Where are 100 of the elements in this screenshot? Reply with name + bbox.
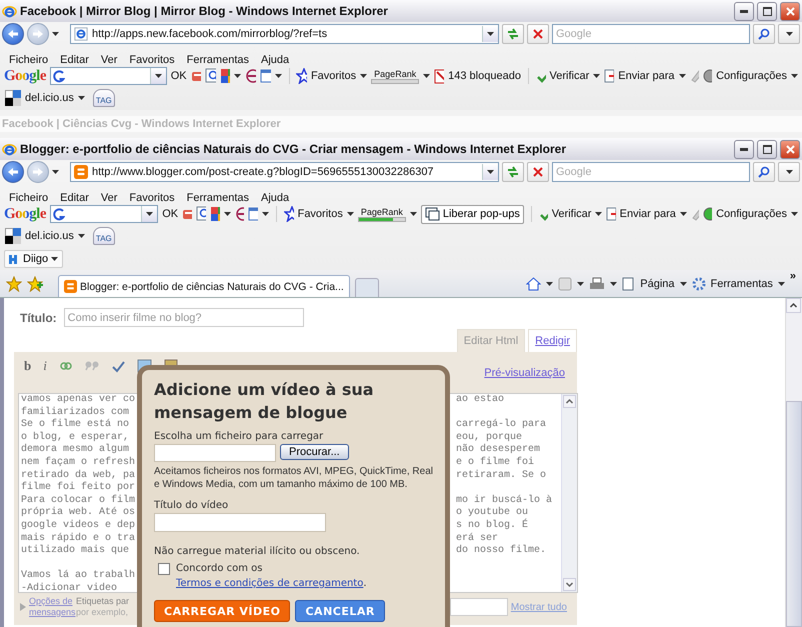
settings-button[interactable]: Configurações	[716, 70, 788, 82]
popup-blocked-count[interactable]: 143 bloqueado	[448, 70, 521, 82]
send-button[interactable]: Enviar para	[618, 70, 675, 82]
browse-button[interactable]: Procurar...	[280, 444, 349, 460]
menu-item[interactable]: Favoritos	[123, 192, 181, 204]
search-options-button[interactable]	[778, 162, 800, 182]
ring-icon[interactable]	[245, 68, 256, 84]
delicious-button[interactable]: del.icio.us	[25, 230, 74, 242]
caret-icon[interactable]	[678, 74, 686, 78]
address-dropdown-button[interactable]	[482, 26, 498, 42]
caret-icon[interactable]	[778, 282, 785, 286]
caret-icon[interactable]	[546, 282, 554, 286]
spellcheck-button[interactable]: Verificar	[550, 70, 590, 82]
caret-icon[interactable]	[234, 74, 242, 78]
ok-button[interactable]: OK	[162, 208, 178, 220]
caret-icon[interactable]	[423, 74, 430, 78]
allow-popups-button[interactable]: Liberar pop-ups	[420, 204, 524, 224]
search-field[interactable]: Google	[552, 162, 750, 182]
favorites-button[interactable]: Favoritos	[310, 70, 356, 82]
address-dropdown-button[interactable]	[482, 164, 498, 180]
page-icon[interactable]	[622, 276, 636, 290]
print-icon[interactable]	[589, 276, 606, 290]
minimize-button[interactable]	[734, 140, 754, 158]
add-favorite-icon[interactable]	[27, 276, 43, 292]
menu-item[interactable]: Ver	[94, 54, 124, 66]
scrollbar[interactable]	[561, 394, 577, 592]
address-field[interactable]: http://www.blogger.com/post-create.g?blogID=5696555130032286307	[70, 162, 499, 182]
scroll-up-icon[interactable]	[563, 395, 576, 408]
close-button[interactable]	[780, 140, 800, 158]
caret-icon[interactable]	[262, 212, 270, 216]
caret-icon[interactable]	[791, 74, 798, 78]
preview-link[interactable]: Pré-visualização	[484, 367, 565, 379]
format-button[interactable]: i	[43, 358, 47, 374]
caret-icon[interactable]	[680, 282, 687, 286]
back-button[interactable]	[2, 23, 24, 45]
caret-icon[interactable]	[78, 234, 85, 238]
favorites-star-icon[interactable]	[6, 276, 22, 292]
terms-link[interactable]: Termos e condições de carregamento	[176, 576, 364, 591]
maximize-button[interactable]	[757, 140, 777, 158]
page-scrollbar[interactable]	[785, 298, 802, 627]
stop-button[interactable]	[527, 24, 549, 44]
minimize-button[interactable]	[734, 2, 754, 20]
file-field[interactable]	[154, 444, 276, 462]
menu-item[interactable]: Ver	[94, 192, 124, 204]
search-button[interactable]	[753, 162, 775, 182]
scroll-down-icon[interactable]	[563, 578, 576, 591]
stop-button[interactable]	[527, 162, 549, 182]
puzzle-icon[interactable]	[210, 206, 220, 222]
puzzle-icon[interactable]	[220, 68, 230, 84]
menu-item[interactable]: Ficheiro	[3, 54, 54, 66]
send-icon[interactable]	[604, 69, 614, 83]
caret-icon[interactable]	[791, 212, 798, 216]
send-button[interactable]: Enviar para	[620, 208, 676, 220]
back-button[interactable]	[2, 161, 24, 183]
home-icon[interactable]	[526, 276, 542, 290]
scroll-thumb[interactable]	[786, 400, 802, 627]
browser-tab[interactable]: Blogger: e-portfolio de ciências Naturais do CVG - Cria...	[58, 275, 350, 297]
magnifier-icon[interactable]	[205, 68, 216, 84]
caret-icon[interactable]	[52, 170, 59, 174]
delicious-icon[interactable]	[5, 90, 21, 106]
address-field[interactable]: http://apps.new.facebook.com/mirrorblog/?ref=ts	[70, 24, 499, 44]
caret-icon[interactable]	[360, 74, 368, 78]
dropdown-button[interactable]	[150, 68, 166, 84]
search-button[interactable]	[753, 24, 775, 44]
caret-icon[interactable]	[410, 212, 417, 216]
video-title-field[interactable]	[154, 513, 326, 532]
ok-button[interactable]: OK	[170, 70, 187, 82]
caret-icon[interactable]	[593, 74, 600, 78]
google-search-field[interactable]	[50, 205, 158, 223]
caret-icon[interactable]	[610, 282, 618, 286]
cancel-button[interactable]: CANCELAR	[295, 600, 385, 622]
menu-item[interactable]: Ferramentas	[180, 192, 255, 204]
scroll-up-icon[interactable]	[786, 298, 801, 313]
send-icon[interactable]	[606, 207, 616, 221]
favorites-button[interactable]: Favoritos	[298, 208, 343, 220]
spellcheck-button[interactable]: Verificar	[552, 208, 592, 220]
bookmark-icon[interactable]	[190, 69, 202, 83]
ring-icon[interactable]	[234, 206, 244, 222]
blocked-window-icon[interactable]	[434, 68, 444, 84]
delicious-button[interactable]: del.icio.us	[25, 92, 74, 104]
page-menu-button[interactable]: Página	[640, 278, 675, 290]
search-field[interactable]: Google	[552, 24, 750, 44]
window-icon[interactable]	[248, 207, 258, 221]
close-button[interactable]	[780, 2, 800, 20]
caret-icon[interactable]	[346, 212, 354, 216]
tag-button[interactable]: TAG	[92, 227, 115, 245]
star-icon[interactable]	[284, 206, 294, 222]
magnifier-icon[interactable]	[196, 206, 206, 222]
settings-button[interactable]: Configurações	[716, 208, 787, 220]
more-button[interactable]: »	[790, 270, 796, 282]
tag-button[interactable]: TAG	[92, 89, 115, 107]
search-options-button[interactable]	[778, 24, 800, 44]
caret-icon[interactable]	[577, 282, 584, 286]
maximize-button[interactable]	[757, 2, 777, 20]
menu-item[interactable]: Ferramentas	[180, 54, 255, 66]
refresh-button[interactable]	[502, 162, 524, 182]
refresh-button[interactable]	[502, 24, 524, 44]
bookmark-icon[interactable]	[182, 207, 192, 221]
menu-item[interactable]: Ficheiro	[3, 192, 54, 204]
star-icon[interactable]	[296, 68, 307, 84]
